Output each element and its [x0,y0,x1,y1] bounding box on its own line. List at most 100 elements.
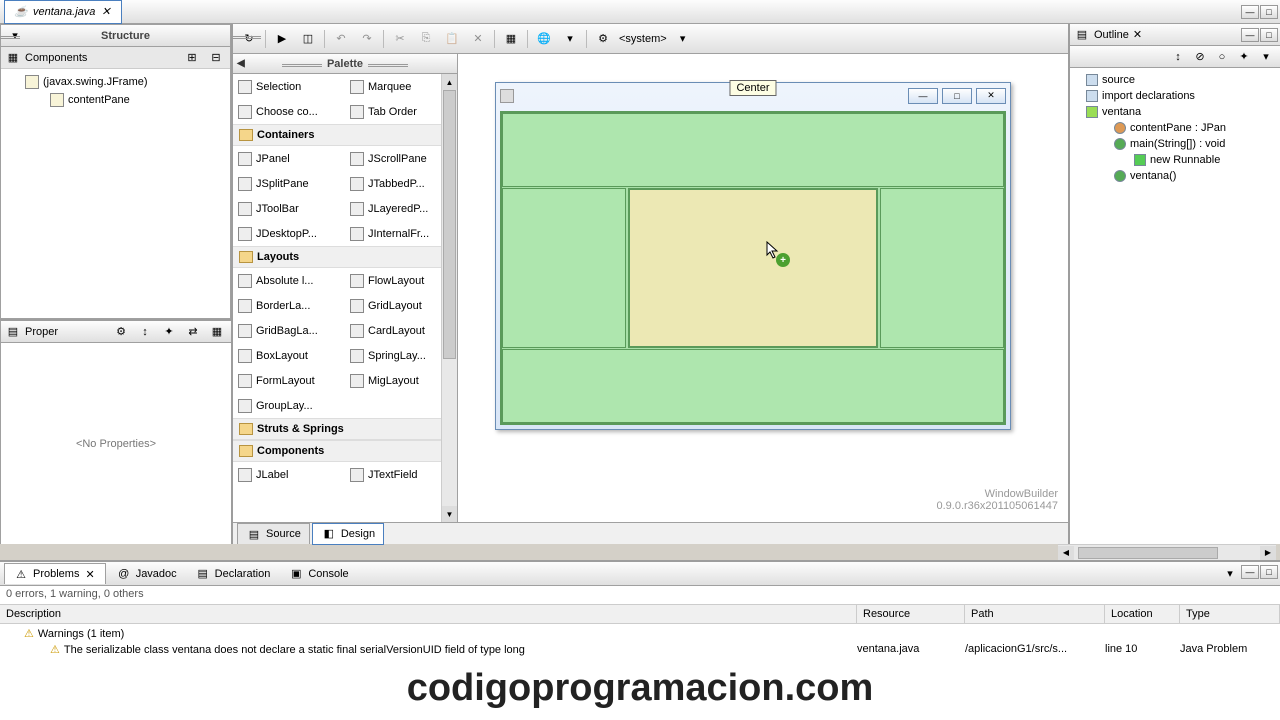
expand-all-icon[interactable]: ⊞ [182,49,202,67]
col-type[interactable]: Type [1180,605,1280,623]
region-center[interactable] [628,188,878,348]
collapse-all-icon[interactable]: ⊟ [206,49,226,67]
palette-scrollbar[interactable]: ▲ ▼ [441,74,457,522]
preview-icon[interactable]: ◫ [298,30,318,48]
dropdown-icon[interactable]: ▾ [560,30,580,48]
window-minimize-button[interactable]: — [908,88,938,104]
properties-empty: <No Properties> [1,343,231,544]
tab-source[interactable]: ▤Source [237,523,310,544]
tab-problems[interactable]: ⚠Problems✕ [4,563,106,584]
outline-runnable[interactable]: new Runnable [1074,152,1276,168]
design-canvas[interactable]: Center — □ ✕ [458,54,1068,522]
palette-jtoolbar[interactable]: JToolBar [233,196,345,221]
test-icon[interactable]: ▶ [272,30,292,48]
palette-cat-struts[interactable]: Struts & Springs [233,418,457,440]
copy-icon[interactable]: ⎘ [416,30,436,48]
palette-cat-layouts[interactable]: Layouts [233,246,457,268]
palette-absolute[interactable]: Absolute l... [233,268,345,293]
outline-filter4-icon[interactable]: ▾ [1256,48,1276,66]
props-tool1-icon[interactable]: ⚙ [111,323,131,341]
palette-borderlayout[interactable]: BorderLa... [233,293,345,318]
outline-source[interactable]: source [1074,72,1276,88]
minimize-button[interactable]: — [1241,5,1259,19]
undo-icon[interactable]: ↶ [331,30,351,48]
outline-constructor[interactable]: ventana() [1074,168,1276,184]
palette-selection[interactable]: Selection [233,74,345,99]
palette-choose[interactable]: Choose co... [233,99,345,124]
system-dropdown-icon[interactable]: ▾ [673,30,693,48]
window-maximize-button[interactable]: □ [942,88,972,104]
props-tool2-icon[interactable]: ↕ [135,323,155,341]
palette-boxlayout[interactable]: BoxLayout [233,343,345,368]
tab-declaration[interactable]: ▤Declaration [187,564,279,584]
jframe-preview[interactable]: Center — □ ✕ [495,82,1011,430]
file-tab-ventana[interactable]: ☕ ventana.java ✕ [4,0,122,24]
region-north[interactable] [502,113,1004,187]
scroll-left-icon[interactable]: ◀ [1058,546,1074,560]
palette-cat-components[interactable]: Components [233,440,457,462]
redo-icon[interactable]: ↷ [357,30,377,48]
palette-grouplayout[interactable]: GroupLay... [233,393,345,418]
delete-icon[interactable]: ✕ [468,30,488,48]
source-design-tabs: ▤Source ◧Design [233,522,1068,544]
palette-jlabel[interactable]: JLabel [233,462,345,487]
props-tool5-icon[interactable]: ▦ [207,323,227,341]
tree-contentpane[interactable]: contentPane [5,91,226,109]
maximize-button[interactable]: □ [1260,5,1278,19]
props-tool4-icon[interactable]: ⇄ [183,323,203,341]
panel-maximize-button[interactable]: □ [1260,565,1278,579]
close-icon[interactable]: ✕ [99,5,112,18]
region-east[interactable] [880,188,1004,348]
outline-close-icon[interactable]: ✕ [1129,28,1146,41]
region-west[interactable] [502,188,626,348]
tab-javadoc[interactable]: @Javadoc [108,564,185,584]
region-south[interactable] [502,349,1004,423]
content-pane[interactable] [500,111,1006,425]
palette-jpanel[interactable]: JPanel [233,146,345,171]
palette-jsplitpane[interactable]: JSplitPane [233,171,345,196]
outline-main[interactable]: main(String[]) : void [1074,136,1276,152]
palette-gridbaglayout[interactable]: GridBagLa... [233,318,345,343]
view-menu-icon[interactable]: ▾ [1220,565,1240,583]
tab-console[interactable]: ▣Console [280,564,356,584]
outline-field[interactable]: contentPane : JPan [1074,120,1276,136]
outline-filter3-icon[interactable]: ✦ [1234,48,1254,66]
outline-maximize-button[interactable]: □ [1260,28,1278,42]
paste-icon[interactable]: 📋 [442,30,462,48]
outline-imports[interactable]: import declarations [1074,88,1276,104]
window-close-button[interactable]: ✕ [976,88,1006,104]
globe-icon[interactable]: 🌐 [534,30,554,48]
outline-filter1-icon[interactable]: ⊘ [1190,48,1210,66]
cut-icon[interactable]: ✂ [390,30,410,48]
outline-sort-icon[interactable]: ↕ [1168,48,1188,66]
col-description[interactable]: Description [0,605,857,623]
palette-collapse-icon[interactable]: ◀ [237,58,245,69]
panel-minimize-button[interactable]: — [1241,565,1259,579]
col-path[interactable]: Path [965,605,1105,623]
scroll-thumb-h[interactable] [1078,547,1218,559]
gear-icon[interactable]: ⚙ [593,30,613,48]
folder-icon [239,445,253,457]
close-icon[interactable]: ✕ [83,568,96,581]
outline-filter2-icon[interactable]: ○ [1212,48,1232,66]
palette-cat-containers[interactable]: Containers [233,124,457,146]
outline-class[interactable]: ventana [1074,104,1276,120]
scroll-thumb[interactable] [443,90,456,359]
scroll-down-icon[interactable]: ▼ [442,506,457,522]
palette-formlayout[interactable]: FormLayout [233,368,345,393]
warnings-group[interactable]: ⚠ Warnings (1 item) [0,624,1280,643]
scroll-up-icon[interactable]: ▲ [442,74,457,90]
tree-root-jframe[interactable]: (javax.swing.JFrame) [5,73,226,91]
col-location[interactable]: Location [1105,605,1180,623]
palette-jdesktoppane[interactable]: JDesktopP... [233,221,345,246]
scroll-right-icon[interactable]: ▶ [1260,546,1276,560]
props-tool3-icon[interactable]: ✦ [159,323,179,341]
warning-row[interactable]: ⚠The serializable class ventana does not… [0,643,1280,656]
col-resource[interactable]: Resource [857,605,965,623]
horizontal-scrollbar[interactable]: ◀ ▶ [1058,544,1276,560]
layout-icon[interactable]: ▦ [501,30,521,48]
outline-minimize-button[interactable]: — [1241,28,1259,42]
tab-design[interactable]: ◧Design [312,523,384,545]
field-icon [1114,122,1126,134]
refresh-icon[interactable]: ↻ [239,30,259,48]
